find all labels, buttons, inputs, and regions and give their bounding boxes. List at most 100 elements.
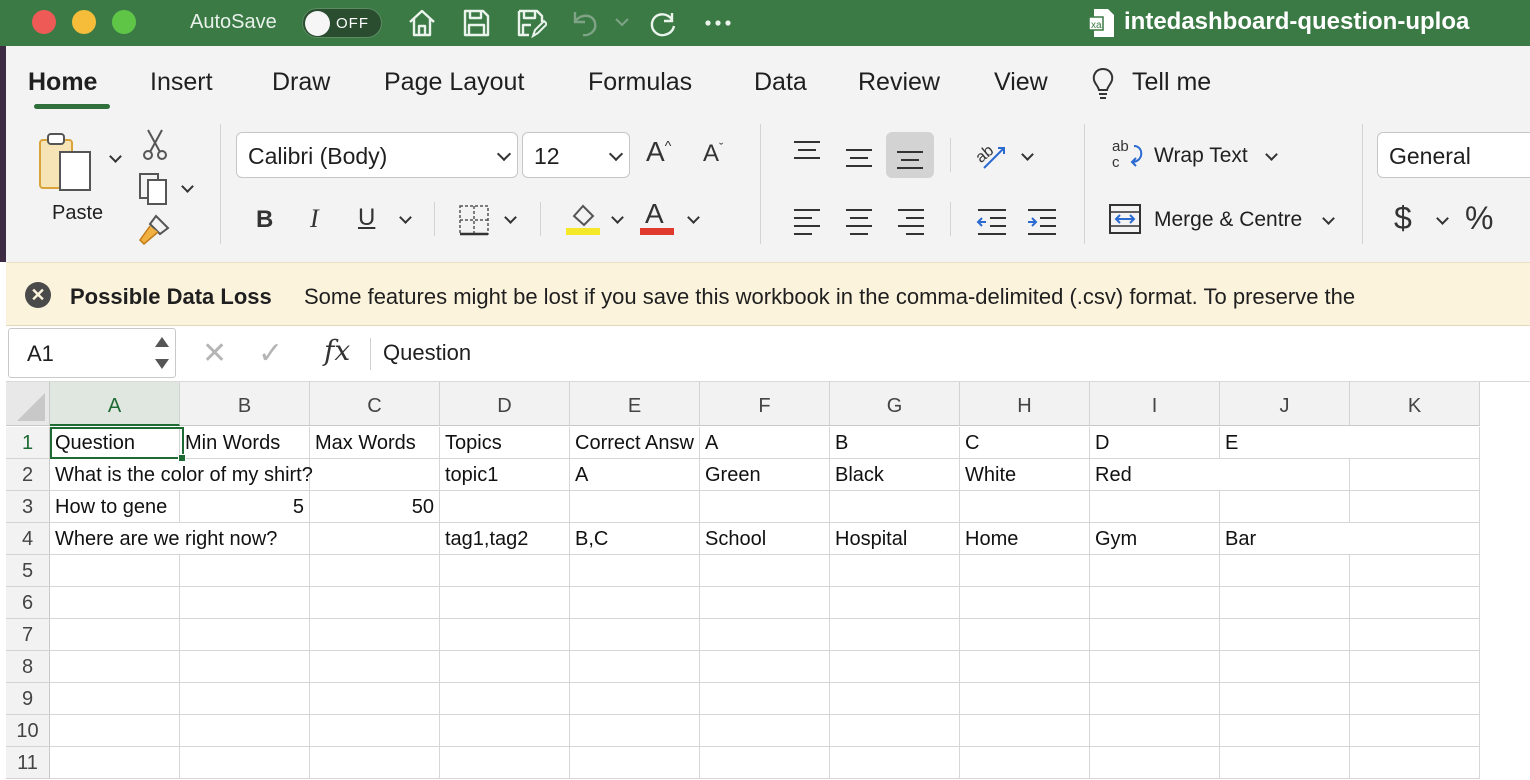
wrap-text-label[interactable]: Wrap Text [1154,144,1248,168]
format-painter-icon[interactable] [136,212,172,248]
cut-icon[interactable] [140,128,170,162]
cell-b10[interactable] [180,715,310,747]
row-header-3[interactable]: 3 [6,491,50,523]
increase-font-size-icon[interactable]: A^ [646,136,671,168]
cell-j7[interactable] [1220,619,1350,651]
merge-centre-dropdown-icon[interactable] [1322,212,1335,225]
cell-i2[interactable]: Red [1090,459,1220,491]
cell-e10[interactable] [570,715,700,747]
column-header-i[interactable]: I [1090,382,1220,426]
paste-icon[interactable] [36,130,106,200]
fill-handle[interactable] [178,454,186,462]
cell-g4[interactable]: Hospital [830,523,960,555]
undo-dropdown-icon[interactable] [612,6,632,40]
cell-d2[interactable]: topic1 [440,459,570,491]
cell-j11[interactable] [1220,747,1350,779]
cell-i3[interactable] [1090,491,1220,523]
cell-a10[interactable] [50,715,180,747]
column-header-a[interactable]: A [50,382,180,426]
cell-c9[interactable] [310,683,440,715]
wrap-text-dropdown-icon[interactable] [1265,148,1278,161]
cell-e5[interactable] [570,555,700,587]
cell-i11[interactable] [1090,747,1220,779]
cell-h10[interactable] [960,715,1090,747]
cell-e8[interactable] [570,651,700,683]
cell-g11[interactable] [830,747,960,779]
tab-home[interactable]: Home [28,68,97,97]
cell-d1[interactable]: Topics [440,427,570,459]
save-icon[interactable] [459,6,493,40]
cell-j3[interactable] [1220,491,1350,523]
cell-j2[interactable] [1220,459,1350,491]
spreadsheet-grid[interactable]: A B C D E F G H I J K 1 2 3 4 5 6 7 8 9 10 11 Question Min Word… [6,382,1530,780]
row-header-4[interactable]: 4 [6,523,50,555]
cell-c11[interactable] [310,747,440,779]
more-icon[interactable] [701,6,735,40]
bold-button[interactable]: B [256,206,273,234]
cell-i7[interactable] [1090,619,1220,651]
cell-d10[interactable] [440,715,570,747]
cell-c4[interactable] [310,523,440,555]
cell-b11[interactable] [180,747,310,779]
fill-color-dropdown-icon[interactable] [611,211,624,224]
cell-c8[interactable] [310,651,440,683]
cell-j1[interactable]: E [1220,427,1350,459]
cell-a11[interactable] [50,747,180,779]
undo-icon[interactable] [567,6,601,40]
cell-b8[interactable] [180,651,310,683]
cell-k8[interactable] [1350,651,1480,683]
copy-dropdown-icon[interactable] [181,180,194,193]
home-icon[interactable] [405,6,439,40]
select-all-button[interactable] [6,382,50,426]
italic-button[interactable]: I [310,204,319,234]
cell-d11[interactable] [440,747,570,779]
copy-icon[interactable] [136,170,172,206]
column-header-d[interactable]: D [440,382,570,426]
window-minimize-button[interactable] [72,10,96,34]
column-header-h[interactable]: H [960,382,1090,426]
cell-i8[interactable] [1090,651,1220,683]
cell-f6[interactable] [700,587,830,619]
cell-b6[interactable] [180,587,310,619]
cell-h6[interactable] [960,587,1090,619]
cell-c1[interactable]: Max Words [310,427,440,459]
cell-f2[interactable]: Green [700,459,830,491]
cell-a5[interactable] [50,555,180,587]
cell-k4[interactable] [1350,523,1480,555]
cell-b1[interactable]: Min Words [180,427,310,459]
cell-d9[interactable] [440,683,570,715]
cell-i9[interactable] [1090,683,1220,715]
tab-insert[interactable]: Insert [150,68,213,97]
cell-j8[interactable] [1220,651,1350,683]
cell-k3[interactable] [1350,491,1480,523]
tab-review[interactable]: Review [858,68,940,97]
cell-f3[interactable] [700,491,830,523]
tab-data[interactable]: Data [754,68,807,97]
cell-g10[interactable] [830,715,960,747]
cell-j5[interactable] [1220,555,1350,587]
cell-a1[interactable]: Question [50,427,180,459]
cell-b7[interactable] [180,619,310,651]
cell-j9[interactable] [1220,683,1350,715]
cell-c6[interactable] [310,587,440,619]
cell-f1[interactable]: A [700,427,830,459]
autosave-toggle[interactable]: OFF [302,8,382,38]
row-header-8[interactable]: 8 [6,651,50,683]
cell-b9[interactable] [180,683,310,715]
cell-f5[interactable] [700,555,830,587]
cell-e1[interactable]: Correct Answ [570,427,700,459]
cell-f8[interactable] [700,651,830,683]
cell-j10[interactable] [1220,715,1350,747]
align-right-icon[interactable] [896,206,926,236]
cell-k6[interactable] [1350,587,1480,619]
name-box[interactable]: A1 [8,328,176,378]
font-name-dropdown[interactable]: Calibri (Body) [236,132,518,178]
cell-e2[interactable]: A [570,459,700,491]
cell-e11[interactable] [570,747,700,779]
cell-b3[interactable]: 5 [180,491,310,523]
window-close-button[interactable] [32,10,56,34]
row-header-10[interactable]: 10 [6,715,50,747]
cell-g7[interactable] [830,619,960,651]
cancel-icon[interactable]: ✕ [202,336,227,371]
tab-formulas[interactable]: Formulas [588,68,692,97]
